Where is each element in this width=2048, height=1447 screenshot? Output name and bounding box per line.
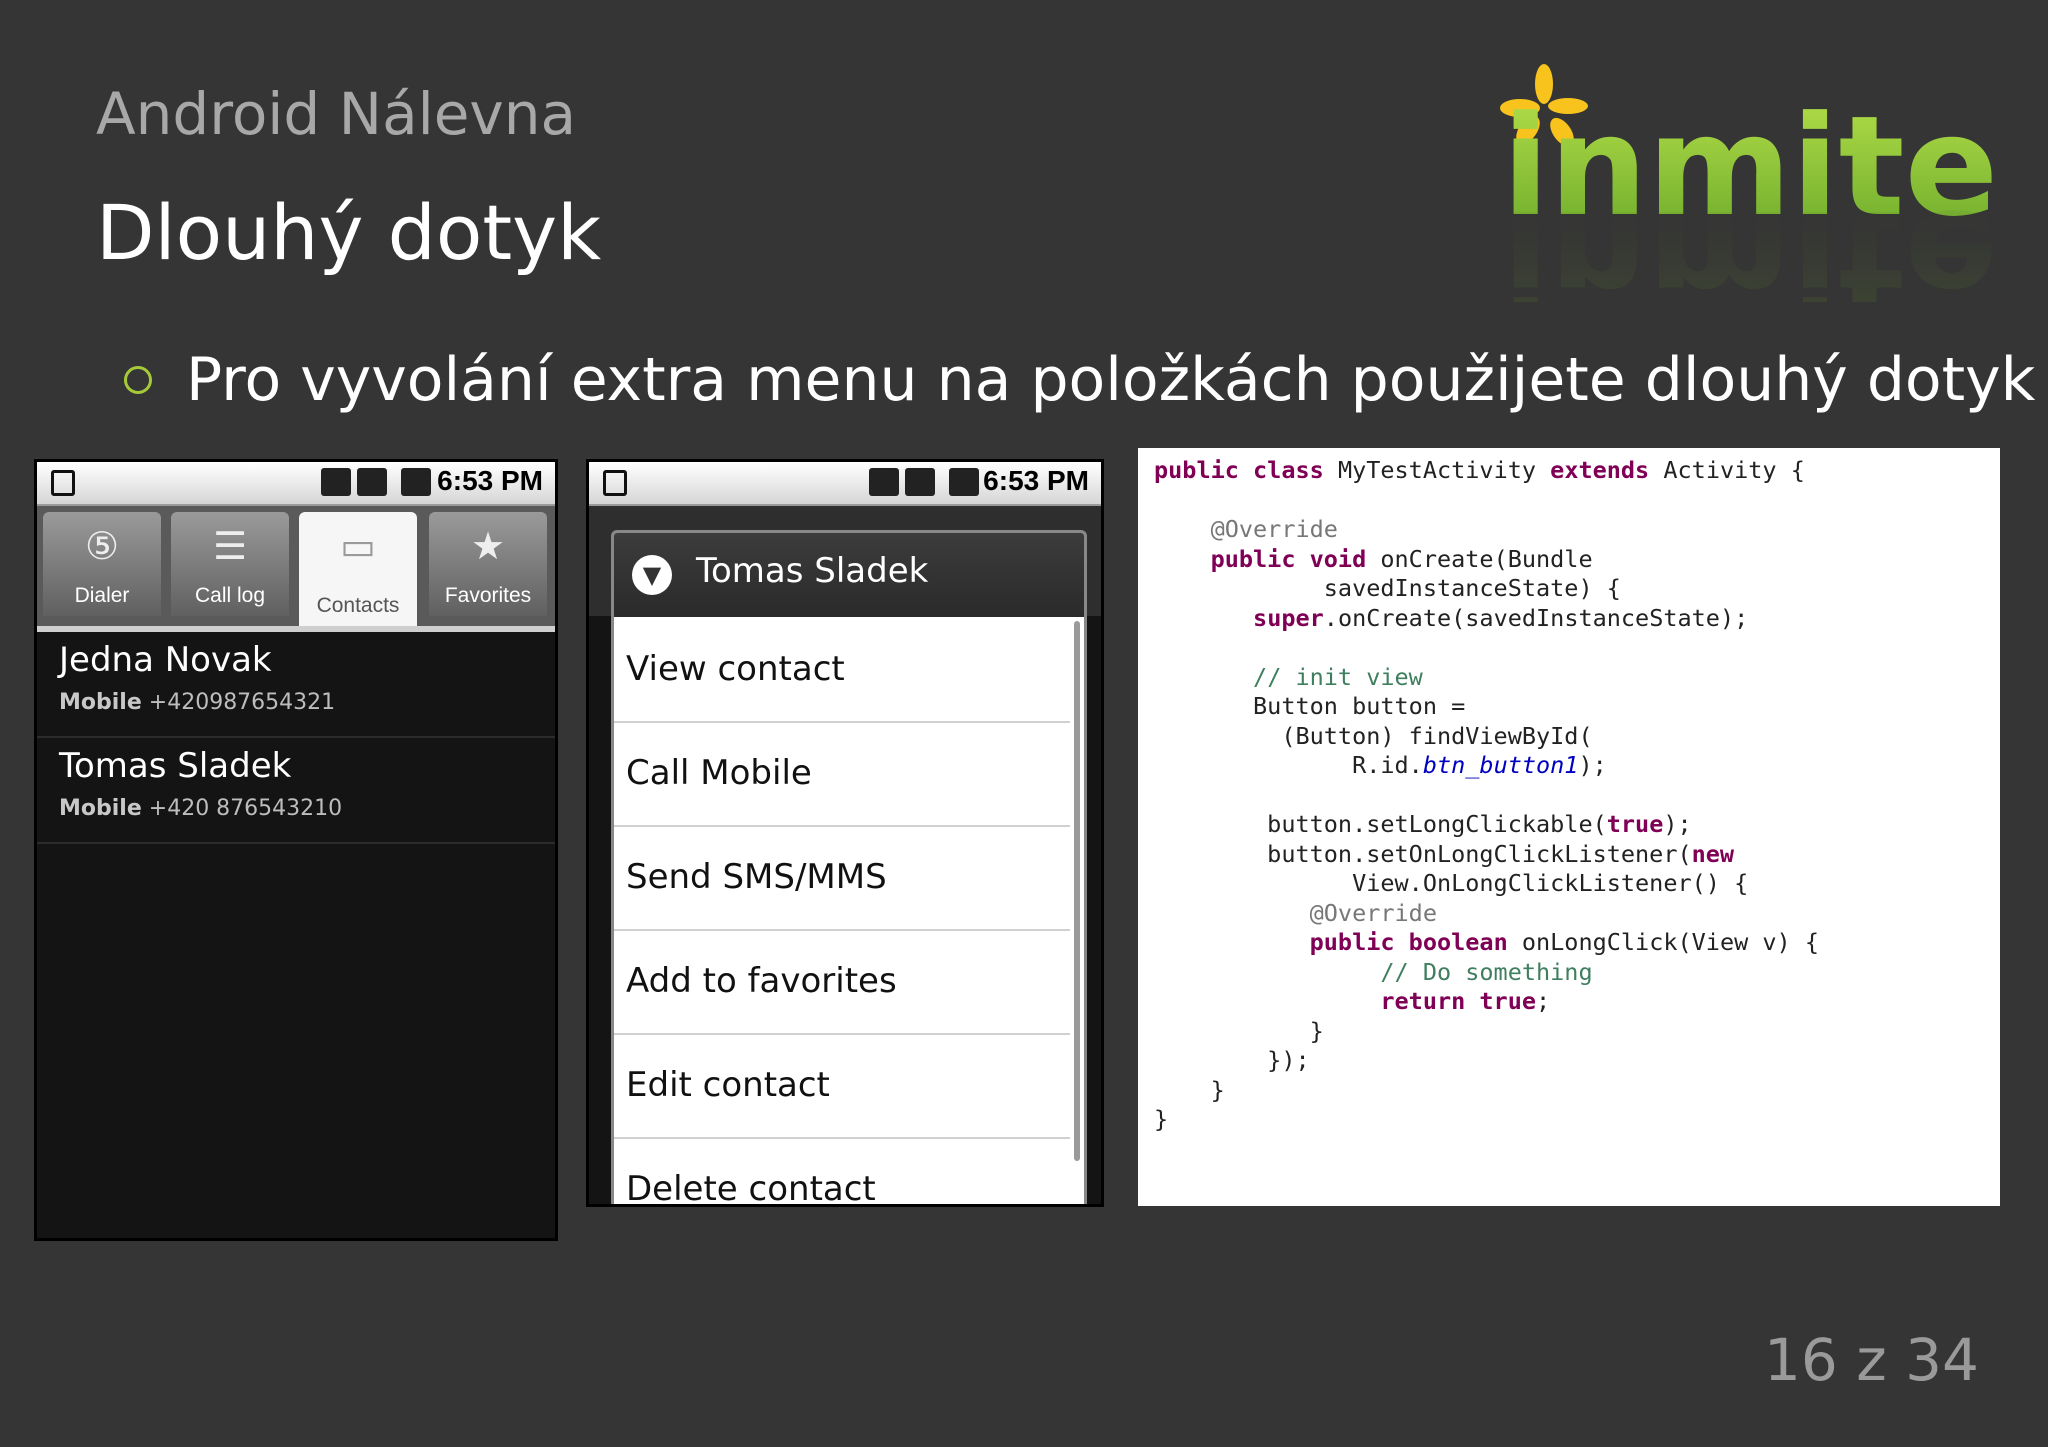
signal-icon bbox=[905, 468, 935, 496]
tab-bar: ⑤ Dialer ☰ Call log ▭ Contacts ★ Favorit… bbox=[37, 506, 555, 632]
menu-item-send-sms[interactable]: Send SMS/MMS bbox=[614, 827, 1070, 931]
tab-label: Dialer bbox=[74, 584, 130, 607]
3g-icon bbox=[869, 468, 899, 496]
tab-label: Call log bbox=[194, 584, 266, 607]
contact-row[interactable]: Jedna Novak Mobile +420987654321 bbox=[37, 632, 555, 738]
bullet-text: Pro vyvolání extra menu na položkách pou… bbox=[186, 345, 2036, 415]
dialog-header: ▼ Tomas Sladek bbox=[614, 533, 1084, 617]
menu-item-label: Add to favorites bbox=[626, 961, 897, 1001]
status-time: 6:53 PM bbox=[983, 465, 1089, 496]
slide-subtitle: Android Nálevna bbox=[96, 80, 577, 148]
signal-icon bbox=[357, 468, 387, 496]
contacts-screenshot: 6:53 PM ⑤ Dialer ☰ Call log ▭ Contacts ★… bbox=[34, 459, 558, 1241]
contact-type: Mobile bbox=[59, 796, 142, 821]
status-bar: 6:53 PM bbox=[37, 462, 555, 506]
menu-item-call-mobile[interactable]: Call Mobile bbox=[614, 723, 1070, 827]
tab-call-log[interactable]: ☰ Call log bbox=[171, 512, 289, 616]
sim-icon bbox=[603, 470, 627, 496]
contact-name: Tomas Sladek bbox=[59, 746, 292, 786]
menu-item-label: Call Mobile bbox=[626, 753, 812, 793]
star-icon: ★ bbox=[470, 524, 506, 568]
inmite-logo: inmite inmite bbox=[1490, 52, 2020, 340]
contact-number: Mobile +420 876543210 bbox=[59, 796, 342, 821]
contact-number: Mobile +420987654321 bbox=[59, 690, 335, 715]
dialer-icon: ⑤ bbox=[84, 524, 120, 568]
tab-label: Favorites bbox=[444, 584, 532, 607]
slide-title: Dlouhý dotyk bbox=[96, 188, 602, 277]
context-menu-dialog: ▼ Tomas Sladek View contact Call Mobile … bbox=[611, 530, 1087, 1207]
sim-icon bbox=[51, 470, 75, 496]
code-snippet: public class MyTestActivity extends Acti… bbox=[1138, 448, 2000, 1206]
bullet-circle-icon bbox=[124, 366, 152, 394]
page-number: 16 z 34 bbox=[1764, 1326, 1979, 1394]
battery-icon bbox=[401, 468, 431, 496]
code-text: public class MyTestActivity extends Acti… bbox=[1154, 456, 1819, 1133]
menu-item-label: Delete contact bbox=[626, 1169, 876, 1207]
menu-item-label: Edit contact bbox=[626, 1065, 830, 1105]
tab-label: Contacts bbox=[316, 594, 400, 617]
battery-icon bbox=[949, 468, 979, 496]
menu-down-icon: ▼ bbox=[632, 555, 672, 595]
tab-favorites[interactable]: ★ Favorites bbox=[429, 512, 547, 616]
contact-phone: +420987654321 bbox=[148, 690, 336, 715]
3g-icon bbox=[321, 468, 351, 496]
contact-name: Jedna Novak bbox=[59, 640, 272, 680]
menu-item-view-contact[interactable]: View contact bbox=[614, 619, 1070, 723]
menu-item-edit-contact[interactable]: Edit contact bbox=[614, 1035, 1070, 1139]
svg-text:inmite: inmite bbox=[1502, 179, 1998, 302]
call-log-icon: ☰ bbox=[212, 524, 248, 568]
tab-dialer[interactable]: ⑤ Dialer bbox=[43, 512, 161, 616]
contact-row[interactable]: Tomas Sladek Mobile +420 876543210 bbox=[37, 738, 555, 844]
contact-type: Mobile bbox=[59, 690, 142, 715]
dialog-title: Tomas Sladek bbox=[696, 551, 929, 591]
menu-item-label: View contact bbox=[626, 649, 845, 689]
contact-phone: +420 876543210 bbox=[148, 796, 343, 821]
context-menu-screenshot: 6:53 PM ▼ Tomas Sladek View contact Call… bbox=[586, 459, 1104, 1207]
menu-item-add-favorites[interactable]: Add to favorites bbox=[614, 931, 1070, 1035]
menu-item-delete-contact[interactable]: Delete contact bbox=[614, 1139, 1070, 1207]
menu-item-label: Send SMS/MMS bbox=[626, 857, 887, 897]
status-time: 6:53 PM bbox=[437, 465, 543, 496]
tab-contacts[interactable]: ▭ Contacts bbox=[299, 512, 417, 626]
status-bar: 6:53 PM bbox=[589, 462, 1101, 506]
scrollbar[interactable] bbox=[1074, 621, 1080, 1161]
contacts-icon: ▭ bbox=[340, 524, 376, 568]
